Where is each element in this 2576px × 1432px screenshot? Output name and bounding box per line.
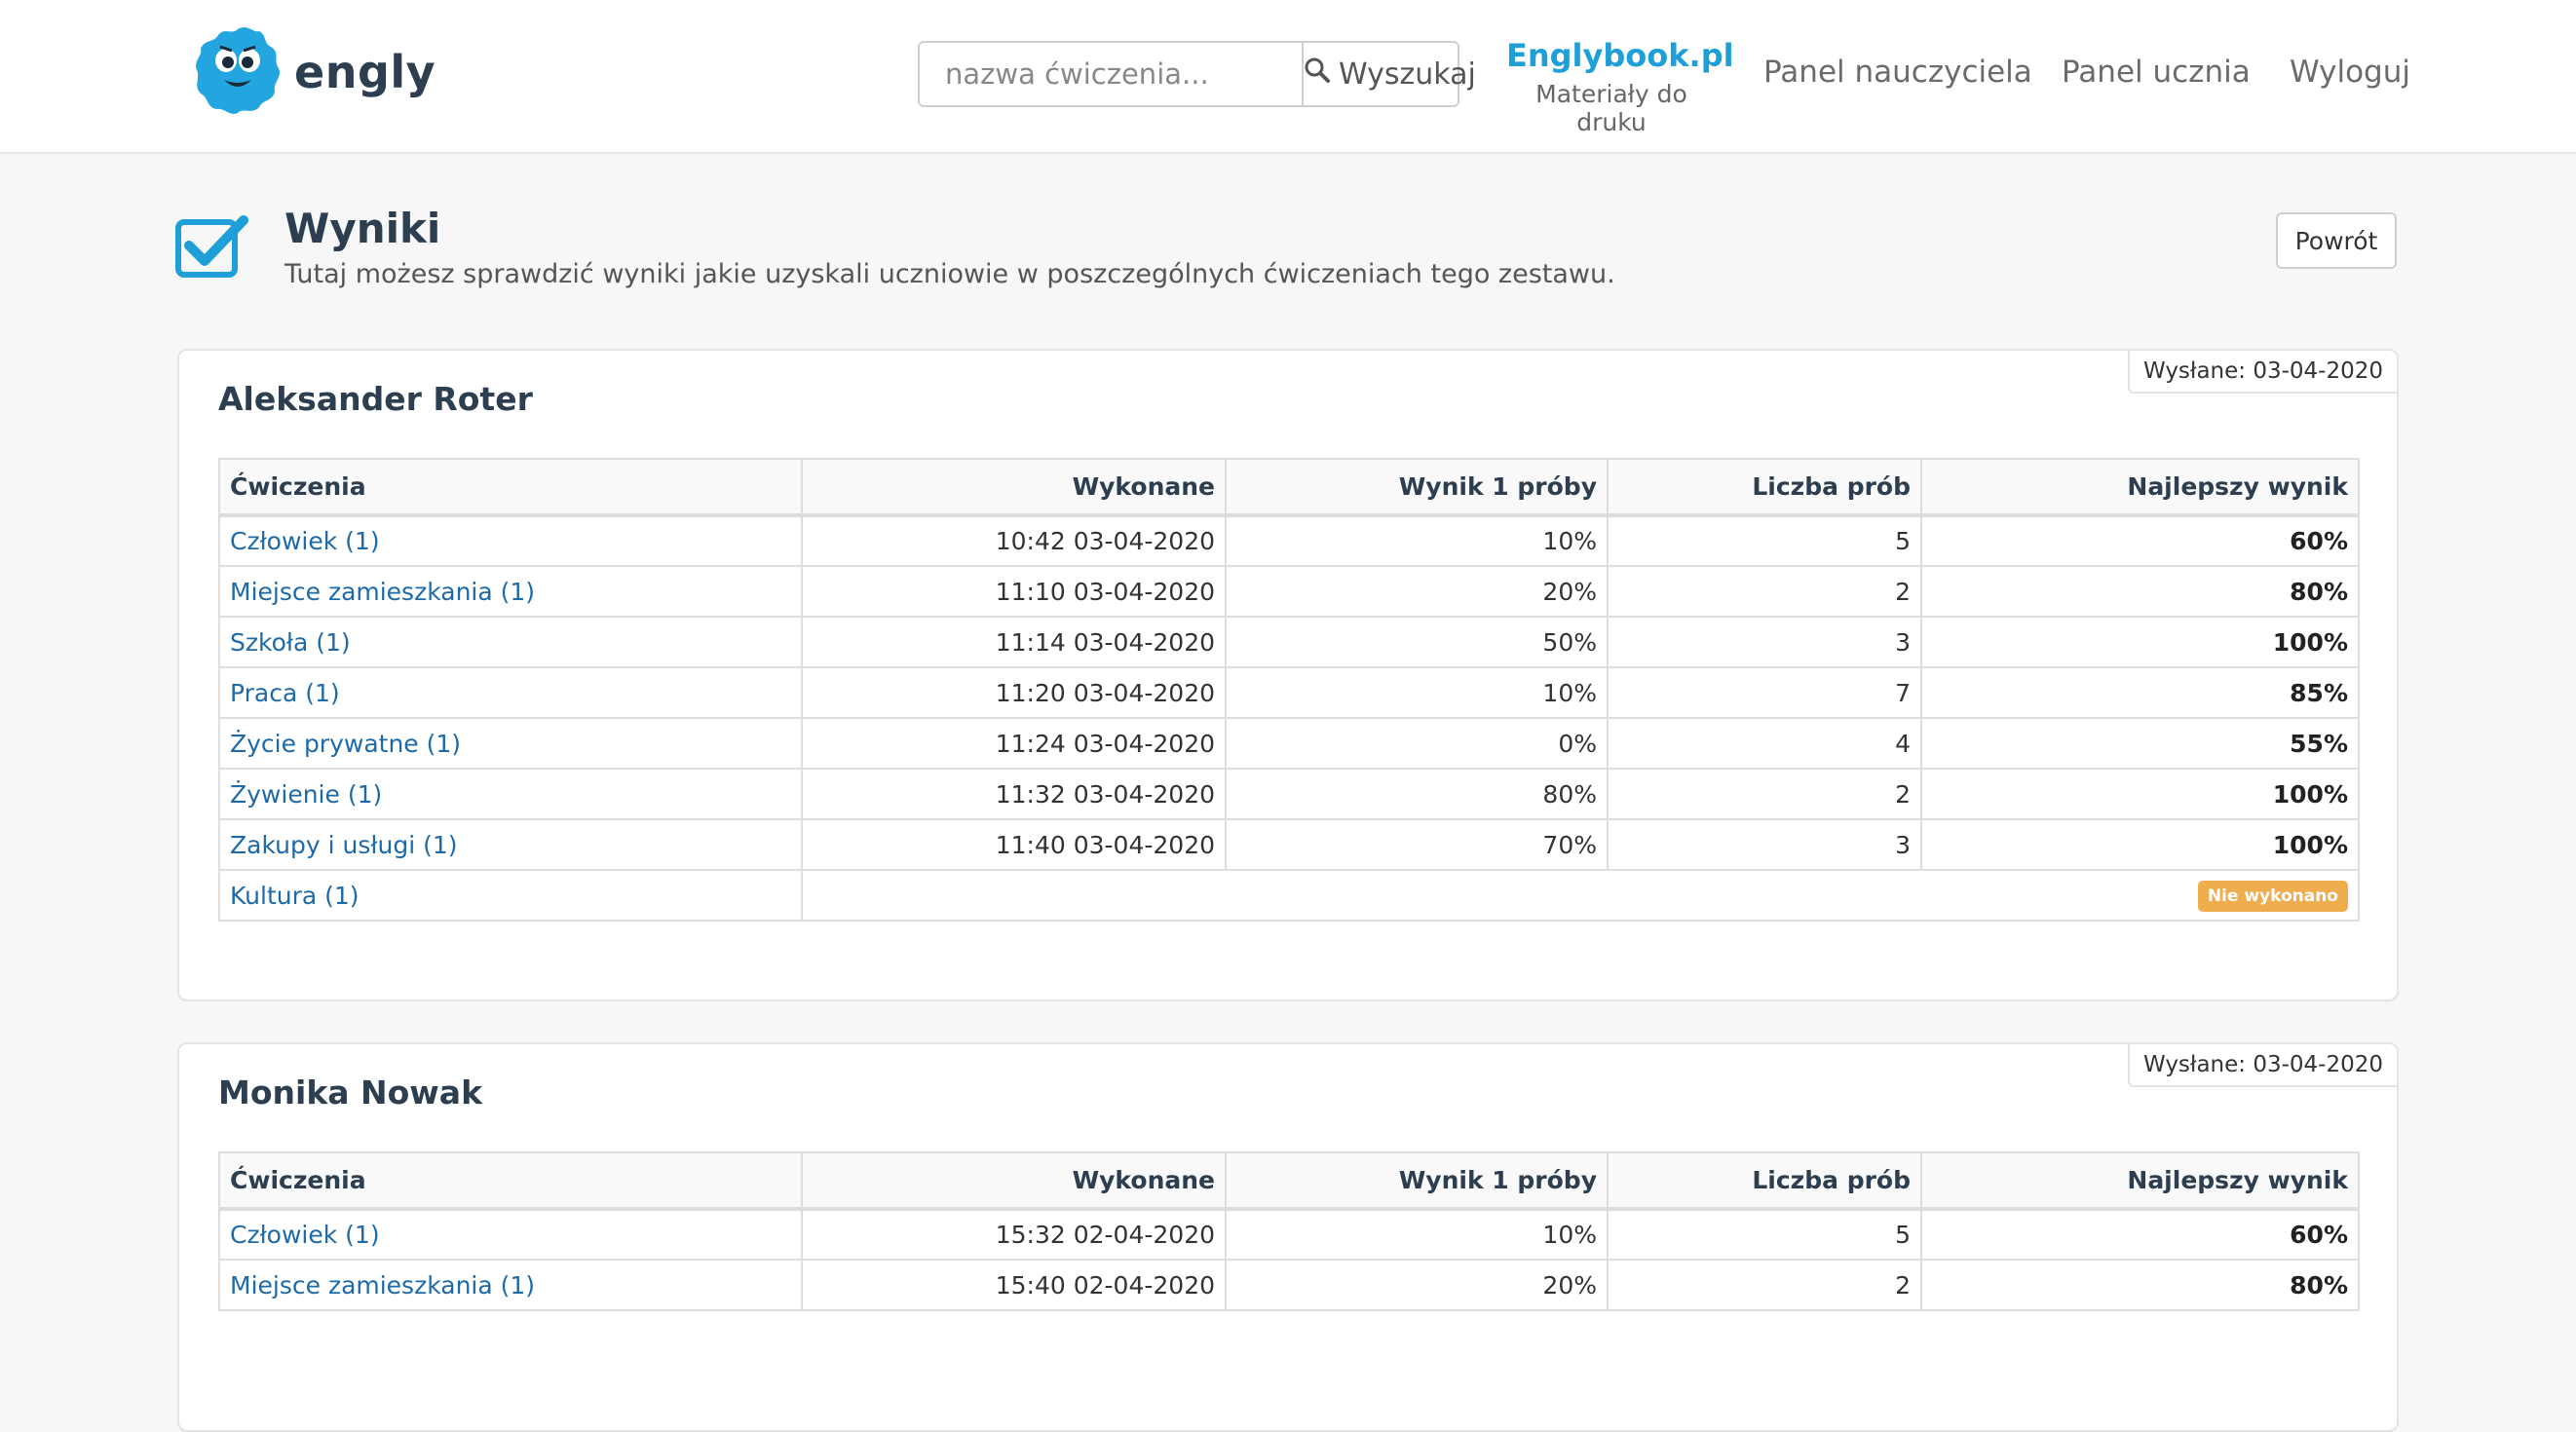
table-row: Szkoła (1) 11:14 03-04-2020 50% 3 100% <box>218 616 2360 668</box>
exercise-link[interactable]: Żywienie (1) <box>230 780 382 809</box>
search-button-label: Wyszukaj <box>1339 57 1476 92</box>
done-cell: 11:24 03-04-2020 <box>801 717 1227 770</box>
attempts-cell: 5 <box>1607 514 1922 567</box>
done-cell: 10:42 03-04-2020 <box>801 514 1227 567</box>
best-score-cell: 80% <box>1920 1259 2360 1311</box>
monster-logo-icon <box>191 21 284 123</box>
col-best-score: Najlepszy wynik <box>1920 1151 2360 1211</box>
best-score-cell: 55% <box>1920 717 2360 770</box>
best-score-cell: 60% <box>1920 1208 2360 1261</box>
logo-text: engly <box>294 46 436 98</box>
attempts-cell: 3 <box>1607 616 1922 668</box>
col-exercise: Ćwiczenia <box>218 1151 803 1211</box>
best-score-cell: 60% <box>1920 514 2360 567</box>
student-name: Aleksander Roter <box>218 380 533 418</box>
best-score-cell: 80% <box>1920 565 2360 618</box>
nav-student-panel-link[interactable]: Panel ucznia <box>2062 55 2251 90</box>
table-row: Żywienie (1) 11:32 03-04-2020 80% 2 100% <box>218 768 2360 820</box>
first-score-cell: 70% <box>1225 818 1609 871</box>
done-cell: 15:32 02-04-2020 <box>801 1208 1227 1261</box>
engly-logo-link[interactable]: engly <box>191 23 436 121</box>
nav-englybook-link[interactable]: Englybook.pl Materiały do druku <box>1506 37 1734 136</box>
best-score-cell: 100% <box>1920 768 2360 820</box>
attempts-cell: 2 <box>1607 565 1922 618</box>
table-header-row: Ćwiczenia Wykonane Wynik 1 próby Liczba … <box>218 1151 2360 1211</box>
search-button[interactable]: Wyszukaj <box>1302 43 1476 105</box>
attempts-cell: 2 <box>1607 1259 1922 1311</box>
table-row: Człowiek (1) 15:32 02-04-2020 10% 5 60% <box>218 1208 2360 1261</box>
exercise-link[interactable]: Miejsce zamieszkania (1) <box>230 1271 535 1300</box>
exercise-link[interactable]: Człowiek (1) <box>230 527 380 555</box>
col-attempts: Liczba prób <box>1607 1151 1922 1211</box>
attempts-cell: 4 <box>1607 717 1922 770</box>
sent-date-badge: Wysłane: 03-04-2020 <box>2127 1044 2397 1087</box>
table-row: Człowiek (1) 10:42 03-04-2020 10% 5 60% <box>218 514 2360 567</box>
col-best-score: Najlepszy wynik <box>1920 458 2360 517</box>
table-row: Praca (1) 11:20 03-04-2020 10% 7 85% <box>218 666 2360 719</box>
student-card: Wysłane: 03-04-2020 Monika Nowak Ćwiczen… <box>177 1042 2399 1432</box>
results-table: Ćwiczenia Wykonane Wynik 1 próby Liczba … <box>218 1151 2360 1311</box>
not-done-badge: Nie wykonano <box>2197 881 2348 912</box>
col-first-score: Wynik 1 próby <box>1225 1151 1609 1211</box>
search-icon <box>1304 57 1339 92</box>
page-subtitle: Tutaj możesz sprawdzić wyniki jakie uzys… <box>284 259 1615 289</box>
nav-brand-subtitle: Materiały do druku <box>1535 80 1687 136</box>
exercise-link[interactable]: Zakupy i usługi (1) <box>230 831 458 859</box>
exercise-link[interactable]: Człowiek (1) <box>230 1221 380 1249</box>
exercise-link[interactable]: Miejsce zamieszkania (1) <box>230 578 535 606</box>
done-cell: 11:40 03-04-2020 <box>801 818 1227 871</box>
attempts-cell: 2 <box>1607 768 1922 820</box>
done-cell: 11:20 03-04-2020 <box>801 666 1227 719</box>
best-score-cell: 100% <box>1920 818 2360 871</box>
results-table: Ćwiczenia Wykonane Wynik 1 próby Liczba … <box>218 458 2360 922</box>
nav-brand-title: Englybook.pl <box>1506 37 1734 74</box>
nav-logout-link[interactable]: Wyloguj <box>2290 55 2410 90</box>
back-button[interactable]: Powrót <box>2276 212 2397 269</box>
table-row: Życie prywatne (1) 11:24 03-04-2020 0% 4… <box>218 717 2360 770</box>
student-card: Wysłane: 03-04-2020 Aleksander Roter Ćwi… <box>177 349 2399 1001</box>
page-title: Wyniki <box>284 205 441 252</box>
col-exercise: Ćwiczenia <box>218 458 803 517</box>
table-row: Miejsce zamieszkania (1) 11:10 03-04-202… <box>218 565 2360 618</box>
search-input[interactable] <box>920 43 1302 105</box>
sent-date-badge: Wysłane: 03-04-2020 <box>2127 351 2397 394</box>
first-score-cell: 0% <box>1225 717 1609 770</box>
top-navbar: engly Wyszukaj Englybook.pl Materiały do… <box>0 0 2576 154</box>
done-cell: 15:40 02-04-2020 <box>801 1259 1227 1311</box>
first-score-cell: 80% <box>1225 768 1609 820</box>
first-score-cell: 20% <box>1225 565 1609 618</box>
attempts-cell: 7 <box>1607 666 1922 719</box>
table-row: Miejsce zamieszkania (1) 15:40 02-04-202… <box>218 1259 2360 1311</box>
done-cell: 11:32 03-04-2020 <box>801 768 1227 820</box>
col-done: Wykonane <box>801 458 1227 517</box>
done-cell: 11:14 03-04-2020 <box>801 616 1227 668</box>
student-name: Monika Nowak <box>218 1074 483 1112</box>
exercise-link[interactable]: Praca (1) <box>230 679 340 707</box>
best-score-cell: 100% <box>1920 616 2360 668</box>
first-score-cell: 10% <box>1225 514 1609 567</box>
exercise-link[interactable]: Życie prywatne (1) <box>230 730 461 758</box>
done-cell: 11:10 03-04-2020 <box>801 565 1227 618</box>
exercise-link[interactable]: Kultura (1) <box>230 882 360 910</box>
first-score-cell: 10% <box>1225 666 1609 719</box>
table-row: Zakupy i usługi (1) 11:40 03-04-2020 70%… <box>218 818 2360 871</box>
first-score-cell: 20% <box>1225 1259 1609 1311</box>
best-score-cell: 85% <box>1920 666 2360 719</box>
first-score-cell: 10% <box>1225 1208 1609 1261</box>
attempts-cell: 3 <box>1607 818 1922 871</box>
table-row: Kultura (1) Nie wykonano <box>218 869 2360 922</box>
table-header-row: Ćwiczenia Wykonane Wynik 1 próby Liczba … <box>218 458 2360 517</box>
col-first-score: Wynik 1 próby <box>1225 458 1609 517</box>
exercise-link[interactable]: Szkoła (1) <box>230 628 351 657</box>
first-score-cell: 50% <box>1225 616 1609 668</box>
checkbox-checked-icon <box>175 214 249 283</box>
attempts-cell: 5 <box>1607 1208 1922 1261</box>
search-form: Wyszukaj <box>918 41 1476 107</box>
col-done: Wykonane <box>801 1151 1227 1211</box>
nav-teacher-panel-link[interactable]: Panel nauczyciela <box>1763 55 2032 90</box>
col-attempts: Liczba prób <box>1607 458 1922 517</box>
